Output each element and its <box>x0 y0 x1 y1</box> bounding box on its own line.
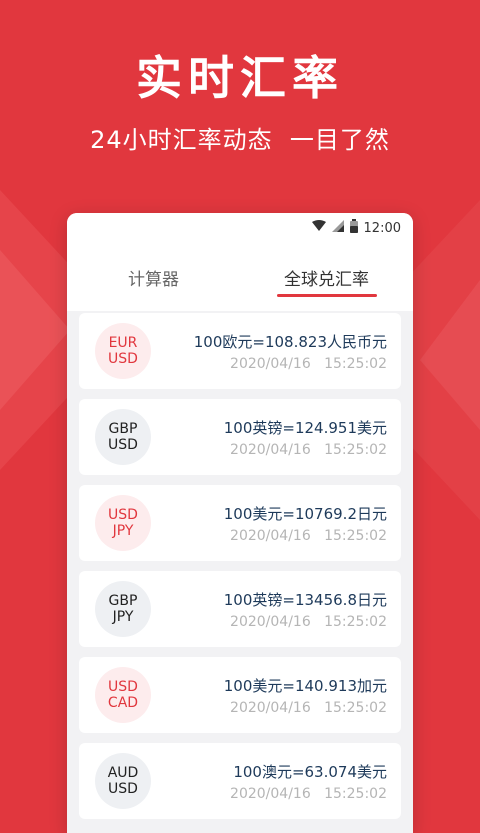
base-currency: USD <box>108 507 138 523</box>
tab-bar: 计算器 全球兑汇率 <box>67 243 413 311</box>
rate-text: 100英镑=13456.8日元 <box>223 590 387 609</box>
rate-timestamp: 2020/04/16 15:25:02 <box>230 614 387 630</box>
currency-pair-badge: GBP JPY <box>95 581 151 637</box>
base-currency: AUD <box>107 765 139 781</box>
currency-pair-badge: USD CAD <box>95 667 151 723</box>
currency-pair-badge: AUD USD <box>95 753 151 809</box>
rate-time: 15:25:02 <box>324 613 387 630</box>
quote-currency: USD <box>108 781 138 797</box>
quote-currency: USD <box>108 437 138 453</box>
rate-text: 100美元=10769.2日元 <box>223 504 387 523</box>
rate-date: 2020/04/16 <box>230 527 311 544</box>
quote-currency: JPY <box>112 523 134 539</box>
rate-date: 2020/04/16 <box>230 785 311 802</box>
currency-pair-badge: USD JPY <box>95 495 151 551</box>
rate-time: 15:25:02 <box>324 699 387 716</box>
rate-time: 15:25:02 <box>324 355 387 372</box>
hero-subtitle: 24小时汇率动态 一目了然 <box>90 126 390 154</box>
rate-date: 2020/04/16 <box>230 613 311 630</box>
rate-list: EUR USD 100欧元=108.823人民币元 2020/04/16 15:… <box>79 313 401 829</box>
rate-timestamp: 2020/04/16 15:25:02 <box>230 700 387 716</box>
rate-timestamp: 2020/04/16 15:25:02 <box>230 528 387 544</box>
rate-time: 15:25:02 <box>324 527 387 544</box>
rate-text: 100美元=140.913加元 <box>223 676 387 695</box>
quote-currency: CAD <box>107 695 139 711</box>
base-currency: USD <box>108 679 138 695</box>
rate-time: 15:25:02 <box>324 785 387 802</box>
quote-currency: JPY <box>112 609 134 625</box>
tab-global-rates[interactable]: 全球兑汇率 <box>240 243 413 311</box>
base-currency: GBP <box>108 421 138 437</box>
battery-icon <box>349 219 358 237</box>
rate-timestamp: 2020/04/16 15:25:02 <box>230 786 387 802</box>
rate-timestamp: 2020/04/16 15:25:02 <box>230 442 387 458</box>
rate-date: 2020/04/16 <box>230 355 311 372</box>
status-time: 12:00 <box>363 220 401 236</box>
rate-text: 100英镑=124.951美元 <box>223 418 387 437</box>
rate-text: 100澳元=63.074美元 <box>233 762 387 781</box>
status-bar: 12:00 <box>67 213 413 243</box>
rate-card[interactable]: USD JPY 100美元=10769.2日元 2020/04/16 15:25… <box>79 485 401 561</box>
hero-title: 实时汇率 <box>136 51 344 105</box>
rate-card[interactable]: USD CAD 100美元=140.913加元 2020/04/16 15:25… <box>79 657 401 733</box>
rate-timestamp: 2020/04/16 15:25:02 <box>230 356 387 372</box>
rate-date: 2020/04/16 <box>230 699 311 716</box>
rate-card[interactable]: GBP USD 100英镑=124.951美元 2020/04/16 15:25… <box>79 399 401 475</box>
tab-calculator[interactable]: 计算器 <box>67 243 240 311</box>
rate-card[interactable]: EUR USD 100欧元=108.823人民币元 2020/04/16 15:… <box>79 313 401 389</box>
rate-text: 100欧元=108.823人民币元 <box>193 332 387 351</box>
base-currency: GBP <box>108 593 138 609</box>
rate-time: 15:25:02 <box>324 441 387 458</box>
base-currency: EUR <box>108 335 138 351</box>
rate-card[interactable]: GBP JPY 100英镑=13456.8日元 2020/04/16 15:25… <box>79 571 401 647</box>
quote-currency: USD <box>108 351 138 367</box>
rate-card[interactable]: AUD USD 100澳元=63.074美元 2020/04/16 15:25:… <box>79 743 401 819</box>
phone-mockup: 12:00 计算器 全球兑汇率 EUR USD 100欧元=108.823人民币… <box>67 213 413 833</box>
currency-pair-badge: EUR USD <box>95 323 151 379</box>
rate-date: 2020/04/16 <box>230 441 311 458</box>
wifi-icon <box>311 220 326 236</box>
currency-pair-badge: GBP USD <box>95 409 151 465</box>
signal-icon <box>331 220 344 236</box>
